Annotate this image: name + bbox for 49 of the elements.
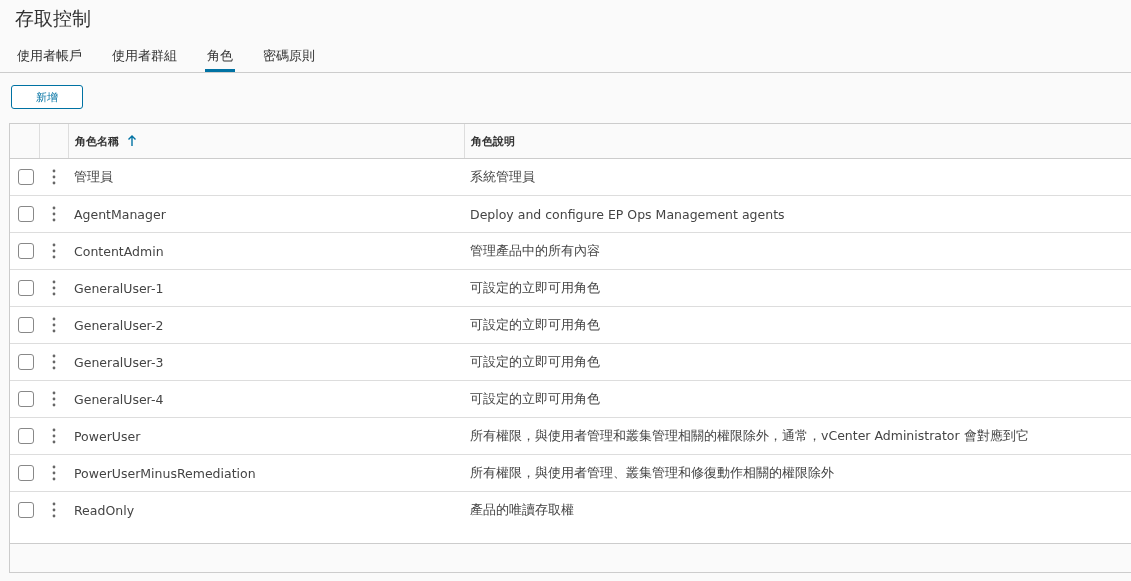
more-options-icon[interactable]: [51, 243, 56, 259]
more-options-icon[interactable]: [51, 280, 56, 296]
role-description: 所有權限，與使用者管理和叢集管理相關的權限除外，通常，vCenter Administrator 會對應到它: [470, 427, 1029, 445]
checkbox[interactable]: [17, 465, 34, 481]
checkbox[interactable]: [17, 169, 34, 185]
more-options-icon[interactable]: [51, 465, 56, 481]
checkbox[interactable]: [17, 354, 34, 370]
role-name: ReadOnly: [74, 502, 135, 518]
role-description: 可設定的立即可用角色: [470, 316, 600, 334]
tab[interactable]: 密碼原則: [261, 46, 317, 72]
more-options-icon[interactable]: [51, 391, 56, 407]
more-options-icon[interactable]: [51, 502, 56, 518]
checkbox[interactable]: [17, 280, 34, 296]
checkbox[interactable]: [17, 243, 34, 259]
role-name: GeneralUser-3: [74, 354, 164, 370]
more-options-icon[interactable]: [51, 169, 56, 185]
role-name: GeneralUser-2: [74, 317, 164, 333]
role-description: 可設定的立即可用角色: [470, 279, 600, 297]
role-description: Deploy and configure EP Ops Management agents: [470, 206, 785, 222]
tab[interactable]: 使用者帳戶: [15, 46, 84, 72]
role-description: 可設定的立即可用角色: [470, 353, 600, 371]
checkbox[interactable]: [17, 206, 34, 222]
more-options-icon[interactable]: [51, 206, 56, 222]
role-description: 產品的唯讀存取權: [470, 501, 574, 519]
checkbox[interactable]: [17, 391, 34, 407]
role-name: GeneralUser-1: [74, 280, 164, 296]
role-name: 管理員: [74, 168, 113, 186]
role-description: 管理產品中的所有內容: [470, 242, 600, 260]
role-name: ContentAdmin: [74, 243, 164, 259]
tab[interactable]: 使用者群組: [110, 46, 179, 72]
column-header[interactable]: 角色名稱: [68, 124, 464, 158]
role-name: PowerUserMinusRemediation: [74, 465, 256, 481]
sort-ascending-icon: [127, 135, 137, 147]
role-description: 所有權限，與使用者管理、叢集管理和修復動作相關的權限除外: [470, 464, 834, 482]
checkbox[interactable]: [17, 317, 34, 333]
role-description: 系統管理員: [470, 168, 535, 186]
role-description: 可設定的立即可用角色: [470, 390, 600, 408]
add-button[interactable]: 新增: [11, 85, 83, 109]
page-title: 存取控制: [14, 6, 92, 31]
more-options-icon[interactable]: [51, 354, 56, 370]
role-name: PowerUser: [74, 428, 141, 444]
role-name: AgentManager: [74, 206, 166, 222]
tab[interactable]: 角色: [205, 46, 235, 72]
more-options-icon[interactable]: [51, 317, 56, 333]
more-options-icon[interactable]: [51, 428, 56, 444]
checkbox[interactable]: [17, 428, 34, 444]
role-name: GeneralUser-4: [74, 391, 164, 407]
checkbox[interactable]: [17, 502, 34, 518]
column-header[interactable]: 角色說明: [464, 124, 1131, 158]
